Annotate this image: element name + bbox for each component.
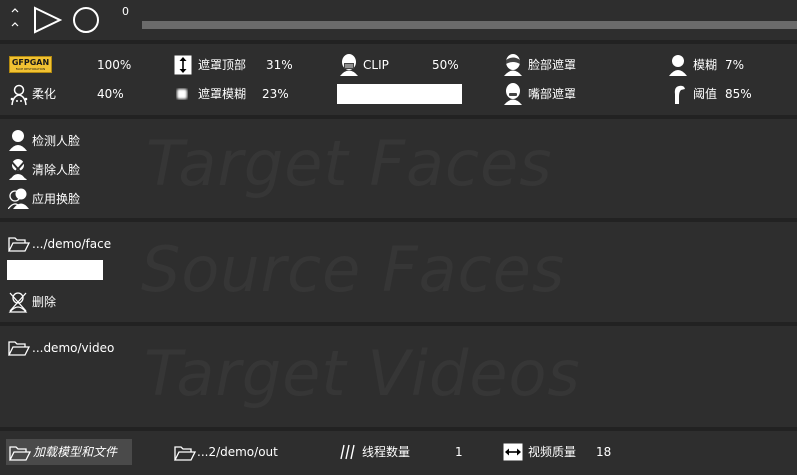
blur-square-icon [177, 89, 187, 99]
mask-blur-value[interactable]: 23% [262, 87, 289, 101]
clear-faces-button[interactable]: 清除人脸 [32, 163, 80, 177]
load-models-button[interactable]: 加载模型和文件 [6, 439, 132, 465]
threads-value[interactable]: 1 [455, 445, 463, 459]
quality-label[interactable]: 视频质量 [528, 445, 576, 459]
quality-value[interactable]: 18 [596, 445, 611, 459]
threads-label[interactable]: 线程数量 [362, 445, 410, 459]
bottom-bar: 加载模型和文件 ...2/demo/out 线程数量 1 视频质量 18 [0, 431, 797, 475]
soften-label[interactable]: 柔化 [32, 87, 56, 101]
frame-number: 0 [122, 5, 129, 18]
mouth-mask-label[interactable]: 嘴部遮罩 [528, 87, 576, 101]
slashes-icon [340, 444, 355, 460]
target-videos-panel: Target Videos ...demo/video [0, 326, 797, 427]
record-circle-icon[interactable] [71, 6, 101, 34]
player-bar: 0 [0, 0, 797, 40]
delete-person-icon [8, 292, 28, 313]
soften-face-icon [10, 84, 28, 106]
play-icon[interactable] [32, 6, 62, 34]
person-detect-icon [9, 130, 27, 151]
clip-label[interactable]: CLIP [363, 58, 389, 72]
folder-open-icon [9, 446, 31, 461]
face-mask-icon [504, 54, 522, 76]
parameter-input-field[interactable] [337, 84, 462, 104]
threshold-label[interactable]: 阈值 [693, 87, 717, 101]
video-folder-path[interactable]: ...demo/video [32, 341, 114, 355]
detect-faces-button[interactable]: 检测人脸 [32, 134, 80, 148]
delete-button[interactable]: 删除 [32, 295, 56, 309]
gfpgan-logo-subtext: FACE RESTORATION [15, 67, 46, 71]
mask-blur-label[interactable]: 遮罩模糊 [198, 87, 246, 101]
gfpgan-logo[interactable]: GFPGAN FACE RESTORATION [9, 56, 52, 73]
horizontal-arrows-icon [503, 443, 523, 461]
output-folder-path[interactable]: ...2/demo/out [197, 445, 278, 459]
blur-label[interactable]: 模糊 [693, 58, 717, 72]
folder-open-icon [8, 341, 30, 356]
mask-top-label[interactable]: 遮罩顶部 [198, 58, 246, 72]
target-faces-panel: Target Faces 检测人脸 清除人脸 应用换脸 [0, 119, 797, 218]
step-up-down-icon[interactable] [8, 6, 22, 32]
gfpgan-logo-text: GFPGAN [11, 58, 50, 67]
apply-swap-button[interactable]: 应用换脸 [32, 192, 80, 206]
clip-value[interactable]: 50% [432, 58, 459, 72]
source-faces-watermark: Source Faces [141, 233, 566, 306]
face-mask-label[interactable]: 脸部遮罩 [528, 58, 576, 72]
folder-open-icon [8, 237, 30, 252]
vertical-arrows-icon [174, 55, 192, 75]
mouth-mask-icon [504, 83, 522, 105]
threshold-icon [674, 85, 685, 104]
threshold-value[interactable]: 85% [725, 87, 752, 101]
load-models-label: 加载模型和文件 [33, 445, 118, 459]
soften-value[interactable]: 40% [97, 87, 124, 101]
source-folder-path[interactable]: .../demo/face [32, 237, 111, 251]
folder-open-icon [174, 446, 196, 461]
progress-slider[interactable] [142, 21, 797, 29]
source-faces-panel: Source Faces .../demo/face 删除 [0, 222, 797, 322]
parameters-panel: GFPGAN FACE RESTORATION 100% 遮罩顶部 31% CL… [0, 44, 797, 115]
person-blur-icon [669, 55, 687, 76]
person-swap-icon [8, 188, 29, 209]
gfpgan-value[interactable]: 100% [97, 58, 131, 72]
target-faces-watermark: Target Faces [146, 127, 553, 200]
face-clip-icon [340, 54, 358, 76]
mask-top-value[interactable]: 31% [266, 58, 293, 72]
target-videos-watermark: Target Videos [144, 337, 581, 410]
source-face-input[interactable] [7, 260, 103, 280]
blur-value[interactable]: 7% [725, 58, 744, 72]
person-clear-icon [9, 159, 27, 180]
